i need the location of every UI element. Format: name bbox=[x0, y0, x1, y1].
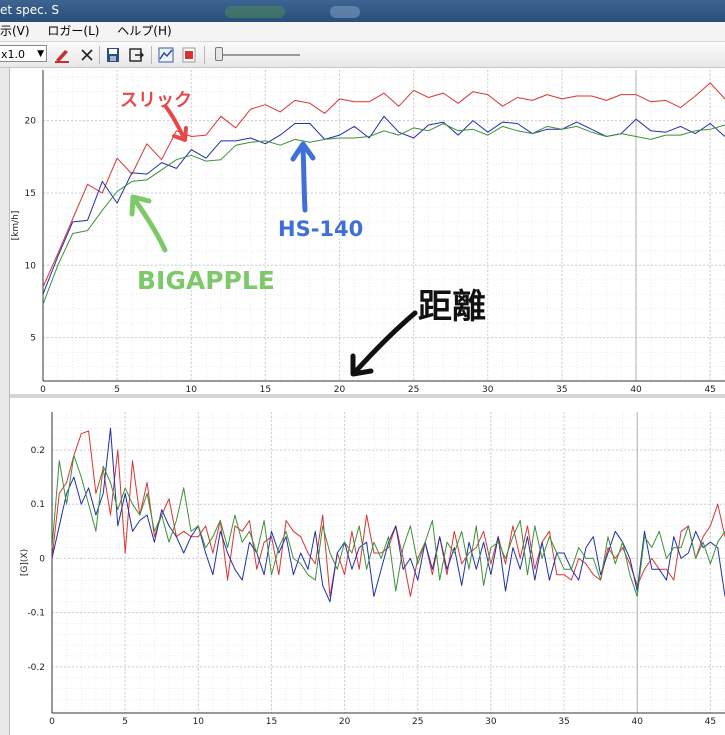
speed-chart-x-tick-label: 45 bbox=[704, 385, 715, 395]
export-icon[interactable] bbox=[127, 46, 145, 64]
speed-chart-x-tick-label: 25 bbox=[408, 385, 419, 395]
charts-canvas: 0 5 10 15 20 25 30 35 40 45 5 10 15 20 [km/h] 0 5 10 15 20… bbox=[10, 70, 725, 727]
toolbar: x1.0 ▼ bbox=[0, 42, 725, 68]
g-chart-x-tick-label: 35 bbox=[558, 717, 569, 727]
annotation-distance: 距離 bbox=[418, 287, 486, 327]
toolbar-separator bbox=[99, 46, 100, 64]
pen-icon[interactable] bbox=[53, 46, 71, 64]
speed-chart-x-tick-label: 0 bbox=[40, 385, 46, 395]
annotation-bigapple: BIGAPPLE bbox=[137, 266, 275, 295]
g-chart-x-tick-label: 10 bbox=[193, 717, 205, 727]
zoom-slider-track[interactable] bbox=[222, 54, 300, 56]
g-chart-x-tick-label: 25 bbox=[412, 717, 423, 727]
g-chart-x-tick-label: 40 bbox=[631, 717, 643, 727]
menu-view[interactable]: 示(V) bbox=[0, 22, 37, 41]
g-chart-y-axis-label: [G](X) bbox=[20, 549, 30, 576]
speed-chart-y-axis-label: [km/h] bbox=[11, 211, 21, 241]
g-chart-x-tick-label: 45 bbox=[705, 717, 716, 727]
speed-chart-x-tick-label: 20 bbox=[334, 385, 346, 395]
annotation-hs140: HS-140 bbox=[278, 217, 363, 241]
g-chart-x-tick-label: 0 bbox=[49, 717, 55, 727]
menu-bar: 示(V) ロガー(L) ヘルプ(H) bbox=[0, 22, 725, 42]
menu-help[interactable]: ヘルプ(H) bbox=[110, 22, 178, 41]
chart-area: 0 5 10 15 20 25 30 35 40 45 5 10 15 20 [km/h] 0 5 10 15 20… bbox=[10, 68, 725, 735]
titlebar-icon bbox=[225, 6, 285, 18]
titlebar-icon bbox=[330, 6, 360, 18]
g-chart-y-tick-label: 0.2 bbox=[31, 446, 45, 456]
speed-chart-y-tick-label: 20 bbox=[25, 117, 37, 127]
toolbar-separator bbox=[204, 46, 205, 64]
chart-splitter[interactable] bbox=[10, 394, 725, 398]
menu-logger[interactable]: ロガー(L) bbox=[40, 22, 106, 41]
speed-chart-x-tick-label: 40 bbox=[630, 385, 642, 395]
g-chart-y-tick-label: 0 bbox=[39, 554, 45, 564]
toolbar-separator bbox=[151, 46, 152, 64]
window-title: et spec. S bbox=[0, 3, 59, 17]
g-chart-x-tick-label: 30 bbox=[485, 717, 497, 727]
speed-chart: 0 5 10 15 20 25 30 35 40 45 5 10 15 20 [km/h] bbox=[11, 70, 725, 395]
speed-chart-x-tick-label: 30 bbox=[482, 385, 494, 395]
annotation-slick: スリック bbox=[120, 90, 192, 111]
save-icon[interactable] bbox=[104, 46, 122, 64]
zoom-select-value: x1.0 bbox=[1, 48, 26, 61]
g-chart-y-tick-label: -0.1 bbox=[27, 609, 45, 619]
g-chart-x-tick-label: 15 bbox=[266, 717, 277, 727]
g-chart-y-tick-label: -0.2 bbox=[27, 663, 45, 673]
speed-chart-x-tick-label: 35 bbox=[556, 385, 567, 395]
zoom-slider-thumb[interactable] bbox=[215, 47, 223, 61]
g-force-chart: 0 5 10 15 20 25 30 35 40 45 -0.2 -0.1 0 0.1 0.2 [G](X) bbox=[20, 412, 725, 727]
speed-chart-y-tick-label: 10 bbox=[25, 261, 37, 271]
speed-chart-x-tick-label: 15 bbox=[260, 385, 271, 395]
graph-icon[interactable] bbox=[157, 46, 175, 64]
pdf-icon[interactable] bbox=[180, 46, 198, 64]
title-bar: et spec. S bbox=[0, 0, 725, 22]
g-chart-x-tick-label: 20 bbox=[339, 717, 351, 727]
g-chart-x-tick-label: 5 bbox=[122, 717, 128, 727]
speed-chart-y-tick-label: 5 bbox=[30, 334, 36, 344]
speed-chart-y-tick-label: 15 bbox=[25, 189, 36, 199]
g-chart-y-tick-label: 0.1 bbox=[31, 500, 45, 510]
annotation-hs140-arrow bbox=[300, 145, 308, 213]
left-gutter bbox=[0, 68, 10, 735]
zoom-select[interactable]: x1.0 ▼ bbox=[0, 45, 47, 62]
chevron-down-icon: ▼ bbox=[37, 49, 44, 59]
speed-chart-x-tick-label: 5 bbox=[114, 385, 120, 395]
speed-chart-x-tick-label: 10 bbox=[186, 385, 198, 395]
close-icon[interactable] bbox=[78, 46, 96, 64]
